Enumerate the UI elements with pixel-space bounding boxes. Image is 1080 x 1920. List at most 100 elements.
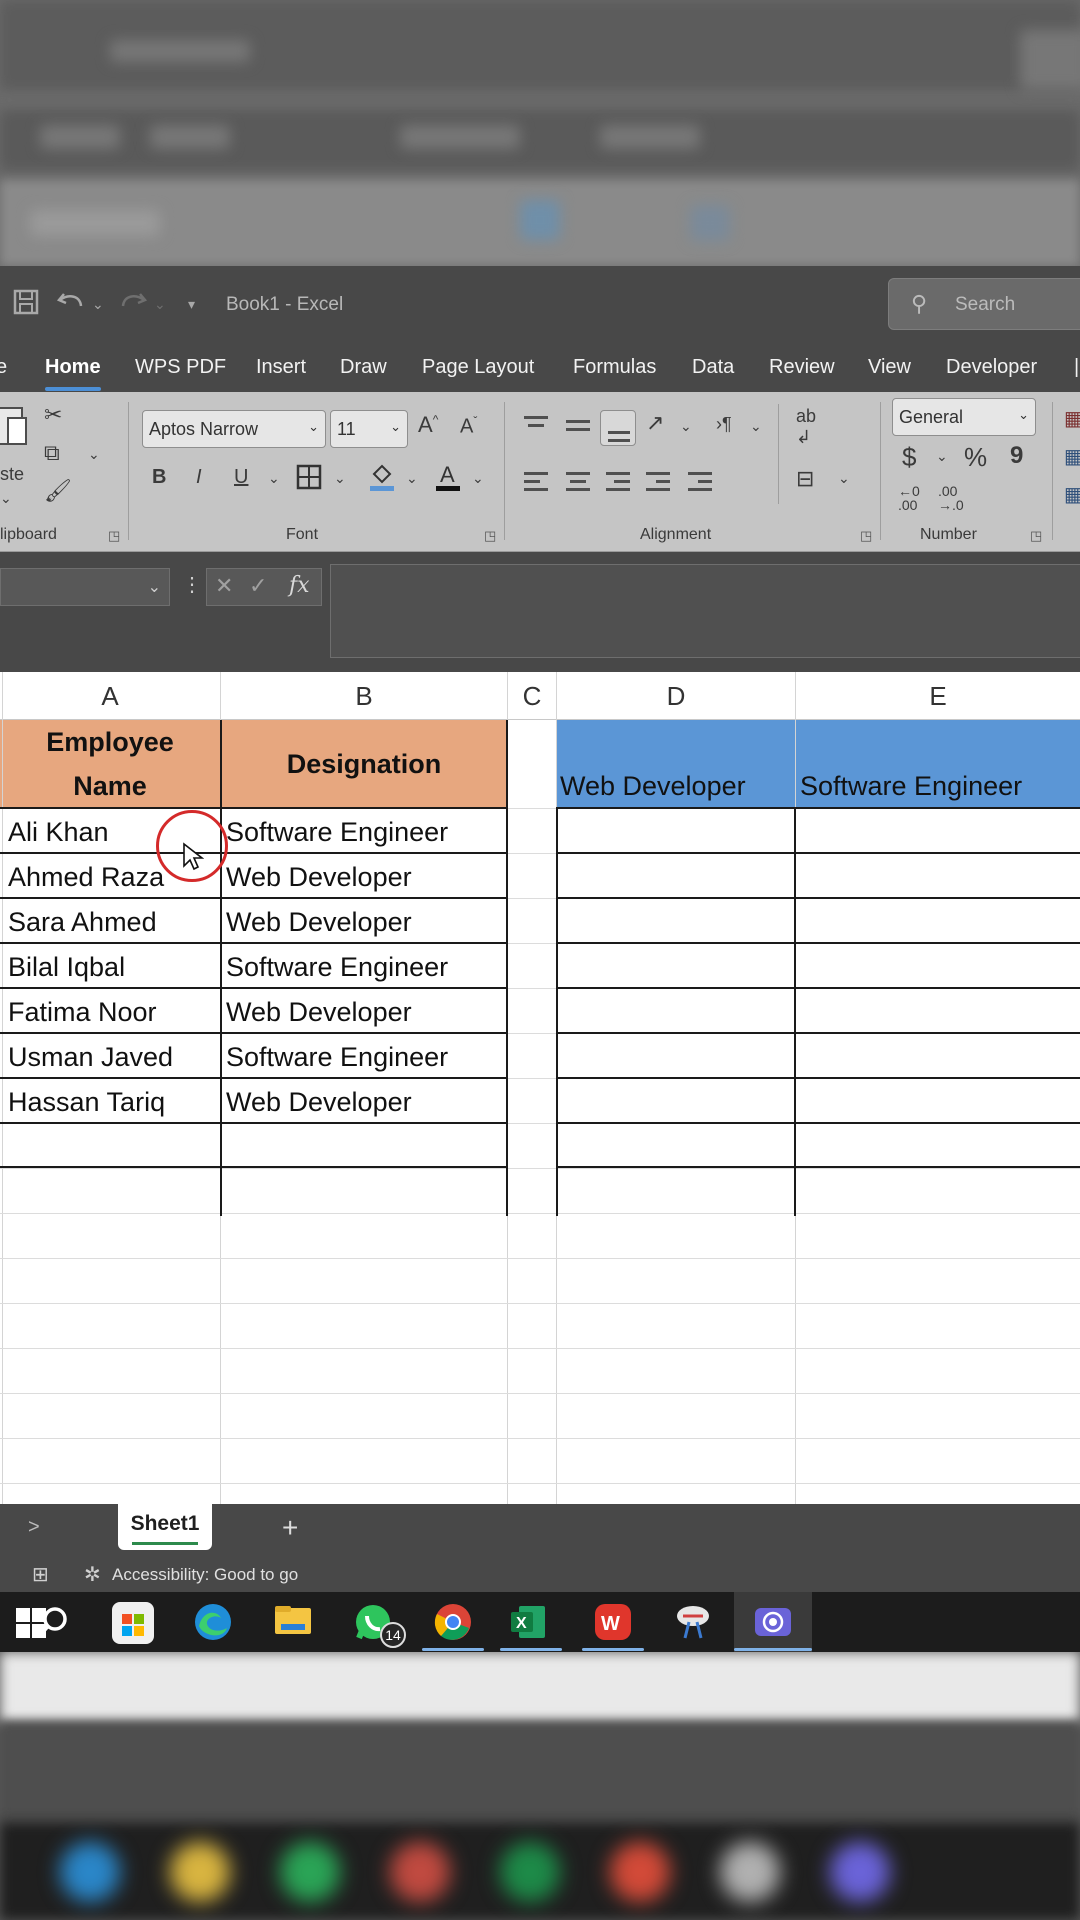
currency-dropdown-icon[interactable]: ⌄ (936, 448, 948, 465)
text-direction-dropdown-icon[interactable]: ⌄ (750, 418, 762, 435)
fill-color-dropdown-icon[interactable]: ⌄ (406, 470, 418, 487)
tab-insert[interactable]: Insert (256, 356, 306, 379)
decrease-decimal-icon[interactable]: .00 →.0 (938, 484, 964, 512)
format-as-table-icon[interactable]: ▦ (1064, 444, 1080, 469)
italic-button[interactable]: I (196, 466, 202, 489)
cell-designation[interactable]: Web Developer (220, 1080, 412, 1124)
underline-dropdown-icon[interactable]: ⌄ (268, 470, 280, 487)
accessibility-status[interactable]: Accessibility: Good to go (112, 1565, 298, 1585)
merge-center-icon[interactable]: ⊟ (796, 466, 814, 492)
snipping-tool-icon[interactable] (672, 1602, 714, 1644)
merge-dropdown-icon[interactable]: ⌄ (838, 470, 850, 487)
alignment-launcher-icon[interactable]: ◳ (860, 528, 872, 544)
save-icon[interactable] (12, 288, 40, 323)
undo-dropdown-icon[interactable]: ⌄ (92, 296, 104, 313)
paste-dropdown-icon[interactable]: ⌄ (0, 490, 12, 507)
cell-name[interactable]: Bilal Iqbal (0, 945, 125, 989)
cell-styles-icon[interactable]: ▦ (1064, 482, 1080, 507)
cell-designation[interactable]: Software Engineer (220, 945, 448, 989)
column-header-d[interactable]: D (557, 672, 795, 720)
accessibility-icon[interactable]: ✲ (84, 1562, 101, 1587)
tab-home[interactable]: Home (45, 356, 101, 391)
cell-name[interactable]: Ahmed Raza (0, 855, 164, 899)
undo-icon[interactable] (56, 288, 86, 323)
format-painter-icon[interactable]: 🖌 (44, 478, 72, 504)
add-sheet-button[interactable]: + (282, 1512, 298, 1544)
cell-name[interactable]: Sara Ahmed (0, 900, 157, 944)
redo-icon[interactable] (118, 288, 148, 323)
cell-name[interactable]: Hassan Tariq (0, 1080, 165, 1124)
chrome-icon[interactable] (432, 1602, 474, 1644)
wrap-text-icon[interactable]: ab ↲ (796, 406, 816, 448)
tab-formulas[interactable]: Formulas (573, 356, 656, 379)
percent-button[interactable]: % (964, 442, 987, 473)
increase-font-size-icon[interactable]: A^ (418, 412, 438, 438)
search-box[interactable]: ⚲ Search (888, 278, 1080, 330)
tab-more[interactable]: | (1074, 356, 1079, 379)
edge-icon[interactable] (192, 1602, 234, 1644)
orientation-icon[interactable]: ↗ (646, 410, 664, 436)
cell-designation[interactable]: Web Developer (220, 990, 412, 1034)
font-size-dropdown[interactable]: 11 ⌄ (330, 410, 408, 448)
cell-b1-designation[interactable]: Designation (221, 742, 507, 786)
insert-function-icon[interactable]: fx (289, 573, 310, 598)
conditional-formatting-icon[interactable]: ▦ (1064, 406, 1080, 431)
tab-view[interactable]: View (868, 356, 911, 379)
font-launcher-icon[interactable]: ◳ (484, 528, 496, 544)
tab-file[interactable]: e (0, 356, 7, 379)
increase-decimal-icon[interactable]: ←0.00 (898, 484, 920, 512)
cell-e1-software-engineer[interactable]: Software Engineer (796, 764, 1022, 808)
excel-icon[interactable]: X (508, 1602, 550, 1644)
copy-dropdown-icon[interactable]: ⌄ (88, 446, 100, 463)
file-explorer-icon[interactable] (272, 1602, 314, 1644)
borders-dropdown-icon[interactable]: ⌄ (334, 470, 346, 487)
cancel-icon[interactable]: ✕ (215, 573, 233, 599)
column-header-a[interactable]: A (0, 672, 220, 720)
number-format-dropdown[interactable]: General ⌄ (892, 398, 1036, 436)
text-direction-icon[interactable]: ›¶ (716, 414, 732, 435)
cell-a1-employee-name[interactable]: Employee Name (0, 720, 220, 808)
cut-icon[interactable]: ✂ (44, 402, 62, 428)
name-box[interactable]: ⌄ (0, 568, 170, 606)
wps-office-icon[interactable]: W (592, 1602, 634, 1644)
column-header-e[interactable]: E (796, 672, 1080, 720)
number-launcher-icon[interactable]: ◳ (1030, 528, 1042, 544)
cell-designation[interactable]: Web Developer (220, 855, 412, 899)
column-header-b[interactable]: B (221, 672, 507, 720)
tab-wps-pdf[interactable]: WPS PDF (135, 356, 226, 379)
search-icon[interactable] (32, 1602, 74, 1644)
worksheet-grid[interactable]: A B C D E Employee Name Designation Web … (0, 672, 1080, 1504)
cell-name[interactable]: Ali Khan (0, 810, 109, 854)
cell-name[interactable]: Fatima Noor (0, 990, 157, 1034)
cell-designation[interactable]: Software Engineer (220, 1035, 448, 1079)
customize-toolbar-icon[interactable]: ▾ (188, 296, 195, 313)
column-header-c[interactable]: C (508, 672, 556, 720)
screen-recorder-icon[interactable] (752, 1602, 794, 1644)
tab-review[interactable]: Review (769, 356, 835, 379)
cell-designation[interactable]: Software Engineer (220, 810, 448, 854)
cell-name[interactable]: Usman Javed (0, 1035, 173, 1079)
cell-d1-web-developer[interactable]: Web Developer (556, 764, 746, 808)
cell-designation[interactable]: Web Developer (220, 900, 412, 944)
tab-data[interactable]: Data (692, 356, 734, 379)
bold-button[interactable]: B (152, 466, 166, 489)
decrease-font-size-icon[interactable]: Aˇ (460, 414, 477, 439)
fill-color-icon[interactable] (368, 462, 396, 498)
cell-mode-icon[interactable]: ⊞ (32, 1562, 49, 1587)
paste-icon[interactable] (0, 402, 28, 456)
store-icon[interactable] (112, 1602, 154, 1644)
font-color-icon[interactable]: A (434, 462, 462, 498)
align-bottom-button[interactable] (600, 410, 636, 446)
formula-input[interactable] (330, 564, 1080, 658)
currency-button[interactable]: $ (902, 442, 916, 473)
tab-developer[interactable]: Developer (946, 356, 1037, 379)
borders-icon[interactable] (296, 464, 322, 496)
copy-icon[interactable]: ⧉ (44, 440, 60, 466)
clipboard-launcher-icon[interactable]: ◳ (108, 528, 120, 544)
paste-label[interactable]: ste (0, 464, 24, 485)
comma-style-button[interactable]: 9 (1010, 442, 1023, 470)
tab-page-layout[interactable]: Page Layout (422, 356, 534, 379)
font-color-dropdown-icon[interactable]: ⌄ (472, 470, 484, 487)
underline-button[interactable]: U (234, 466, 248, 489)
font-name-dropdown[interactable]: Aptos Narrow ⌄ (142, 410, 326, 448)
